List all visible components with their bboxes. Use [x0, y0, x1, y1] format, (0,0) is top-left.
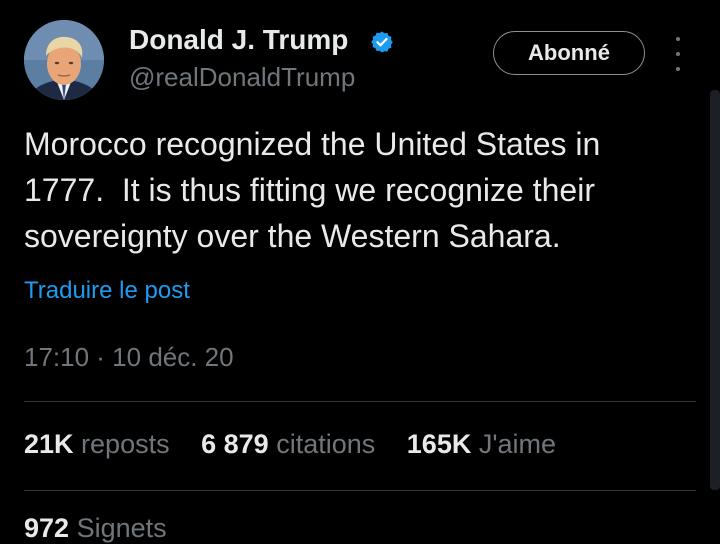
likes-label: J'aime: [478, 429, 557, 459]
quotes-stat[interactable]: 6 879 citations: [201, 429, 375, 459]
tweet-text-line: 1777. It is thus fitting we recognize th…: [24, 172, 595, 208]
more-dot: [676, 52, 680, 56]
follow-button[interactable]: Abonné: [493, 31, 645, 75]
divider: [24, 490, 696, 491]
reposts-label: reposts: [81, 429, 170, 459]
tweet-text-line: sovereignty over the Western Sahara.: [24, 218, 561, 254]
bookmarks-label: Signets: [76, 513, 167, 543]
more-dot: [676, 37, 680, 41]
likes-count: 165K: [406, 429, 472, 459]
reposts-stat[interactable]: 21K reposts: [24, 429, 170, 459]
avatar[interactable]: [24, 20, 104, 100]
tweet-text: Morocco recognized the United States in …: [24, 121, 704, 259]
scrollbar-track[interactable]: [710, 90, 720, 490]
bookmarks-count: 972: [24, 513, 70, 543]
bookmarks-stat[interactable]: 972 Signets: [24, 513, 167, 544]
quotes-label: citations: [276, 429, 376, 459]
quotes-count: 6 879: [201, 429, 269, 459]
more-dot: [676, 67, 680, 71]
divider: [24, 401, 696, 402]
engagement-stats: 21K reposts 6 879 citations 165K J'aime: [24, 429, 556, 460]
user-handle[interactable]: @realDonaldTrump: [129, 62, 355, 93]
post-timestamp[interactable]: 17:10 · 10 déc. 20: [24, 342, 234, 373]
more-options-icon[interactable]: [668, 37, 688, 71]
avatar-image: [24, 20, 104, 100]
verified-badge-icon: [371, 31, 393, 53]
display-name[interactable]: Donald J. Trump: [129, 24, 348, 56]
translate-post-link[interactable]: Traduire le post: [24, 277, 190, 305]
likes-stat[interactable]: 165K J'aime: [407, 429, 556, 459]
reposts-count: 21K: [24, 429, 74, 459]
tweet-text-line: Morocco recognized the United States in: [24, 126, 601, 162]
